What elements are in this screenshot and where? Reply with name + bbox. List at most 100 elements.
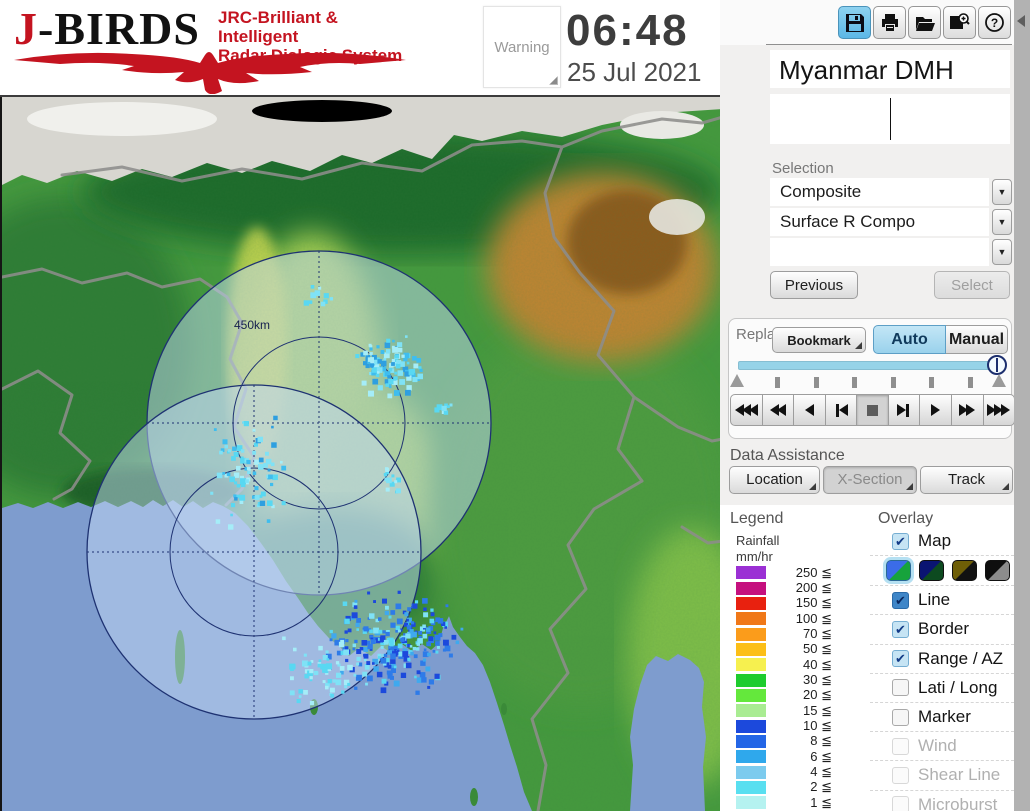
- control-panel: ? Myanmar DMH Selection Composite ▼ Surf…: [720, 0, 1016, 811]
- save-button[interactable]: [838, 6, 871, 39]
- timeline-end-marker[interactable]: [992, 374, 1006, 387]
- auto-mode-button[interactable]: Auto: [873, 325, 946, 354]
- legend-color-swatch: [736, 596, 766, 610]
- checkbox-microburst: [892, 796, 909, 811]
- chevron-down-icon[interactable]: ▼: [992, 209, 1012, 235]
- legend-value: 1 ≦: [810, 794, 832, 810]
- station-name-box: Myanmar DMH: [770, 50, 1010, 88]
- print-icon: [881, 13, 898, 31]
- legend-color-swatch: [736, 734, 766, 748]
- legend-row: 15 ≦: [736, 703, 846, 718]
- legend-color-swatch: [736, 658, 766, 672]
- x-section-button[interactable]: X-Section: [823, 466, 917, 494]
- collapse-panel-icon[interactable]: [1017, 15, 1025, 27]
- legend-unit-line1: Rainfall: [736, 533, 780, 548]
- legend-row: 6 ≦: [736, 749, 846, 764]
- checkbox-shear-line: [892, 766, 909, 784]
- warning-resize-grip[interactable]: [549, 76, 558, 85]
- forward-button[interactable]: [950, 394, 984, 426]
- select-button[interactable]: Select: [934, 271, 1010, 299]
- rewind-fast-button[interactable]: [730, 394, 763, 426]
- legend-color-swatch: [736, 765, 766, 779]
- overlay-item-label: Microburst: [918, 794, 998, 811]
- snapshot-button[interactable]: [943, 6, 976, 39]
- manual-mode-button[interactable]: Manual: [946, 325, 1008, 354]
- legend-color-swatch: [736, 566, 766, 580]
- replay-timeline-track[interactable]: [738, 361, 1000, 370]
- legend-value: 250 ≦: [795, 564, 832, 580]
- warning-label: Warning: [494, 39, 550, 56]
- play-reverse-icon: [804, 404, 814, 416]
- checkbox-line[interactable]: ✔: [892, 591, 909, 609]
- open-button[interactable]: [908, 6, 941, 39]
- map-style-swatch[interactable]: [952, 560, 977, 582]
- rewind-icon: [776, 404, 786, 416]
- radar-map-svg[interactable]: 450km: [2, 97, 723, 811]
- forward-fast-icon: [1001, 404, 1011, 416]
- legend-color-swatch: [736, 673, 766, 687]
- legend-row: 10 ≦: [736, 718, 846, 733]
- legend-label: Legend: [730, 510, 784, 527]
- map-style-swatch[interactable]: [886, 560, 911, 582]
- help-button[interactable]: ?: [978, 6, 1011, 39]
- stop-button[interactable]: [856, 394, 889, 426]
- rewind-button[interactable]: [761, 394, 795, 426]
- replay-timeline-handle[interactable]: [987, 355, 1007, 375]
- overlay-row-range-az: ✔ Range / AZ: [870, 645, 1014, 674]
- forward-fast-button[interactable]: [982, 394, 1016, 426]
- checkbox-marker[interactable]: [892, 708, 909, 726]
- legend-color-swatch: [736, 612, 766, 626]
- checkbox-border[interactable]: ✔: [892, 620, 909, 638]
- legend-color-swatch: [736, 688, 766, 702]
- overlay-item-label: Wind: [918, 736, 957, 756]
- step-forward-button[interactable]: [887, 394, 921, 426]
- text-entry-box[interactable]: [770, 94, 1010, 144]
- timeline-start-marker[interactable]: [730, 374, 744, 387]
- play-reverse-button[interactable]: [793, 394, 826, 426]
- legend-row: 100 ≦: [736, 611, 846, 626]
- play-button[interactable]: [919, 394, 952, 426]
- chevron-down-icon[interactable]: ▼: [992, 179, 1012, 205]
- overlay-row-microburst: Microburst: [870, 791, 1014, 811]
- overlay-row-border: ✔ Border: [870, 615, 1014, 645]
- overlay-row-wind: Wind: [870, 732, 1014, 762]
- map-style-swatch[interactable]: [919, 560, 944, 582]
- map-style-swatch[interactable]: [985, 560, 1010, 582]
- legend-row: 50 ≦: [736, 641, 846, 657]
- overlay-row-line: ✔ Line: [870, 586, 1014, 616]
- toolbar-divider: [766, 44, 1012, 45]
- timeline-tick: [775, 377, 780, 388]
- radar-map-view[interactable]: 450km: [0, 97, 723, 811]
- eagle-icon: [14, 52, 406, 94]
- legend-value: 100 ≦: [795, 610, 832, 626]
- legend-row: 70 ≦: [736, 626, 846, 641]
- product-dropdown[interactable]: Surface R Compo: [770, 208, 989, 236]
- checkbox-lati-long[interactable]: [892, 679, 909, 697]
- playback-controls: [730, 394, 1016, 426]
- checkbox-map[interactable]: ✔: [892, 532, 909, 550]
- bookmark-button[interactable]: Bookmark: [772, 327, 866, 353]
- warning-panel[interactable]: Warning: [483, 6, 561, 88]
- empty-dropdown[interactable]: [770, 238, 989, 266]
- composite-dropdown[interactable]: Composite: [770, 178, 989, 206]
- open-folder-icon: [915, 16, 935, 31]
- legend-color-swatch: [736, 627, 766, 641]
- legend-value: 15 ≦: [803, 702, 832, 718]
- dropdown-row-3: ▼: [770, 238, 1012, 266]
- legend-color-swatch: [736, 642, 766, 656]
- checkbox-range-az[interactable]: ✔: [892, 650, 909, 668]
- legend-value: 40 ≦: [803, 656, 832, 672]
- legend-color-swatch: [736, 704, 766, 718]
- legend-value: 8 ≦: [810, 733, 832, 749]
- clock-time: 06:48: [566, 6, 689, 55]
- previous-button[interactable]: Previous: [770, 271, 858, 299]
- step-back-button[interactable]: [824, 394, 858, 426]
- legend-value: 4 ≦: [810, 764, 832, 780]
- location-button[interactable]: Location: [729, 466, 820, 494]
- step-back-icon: [838, 404, 848, 416]
- print-button[interactable]: [873, 6, 906, 39]
- jbirds-application: J-BIRDS JRC-Brilliant & Intelligent Rada…: [0, 0, 1030, 811]
- chevron-down-icon[interactable]: ▼: [992, 239, 1012, 265]
- track-button[interactable]: Track: [920, 466, 1013, 494]
- legend-value: 30 ≦: [803, 672, 832, 688]
